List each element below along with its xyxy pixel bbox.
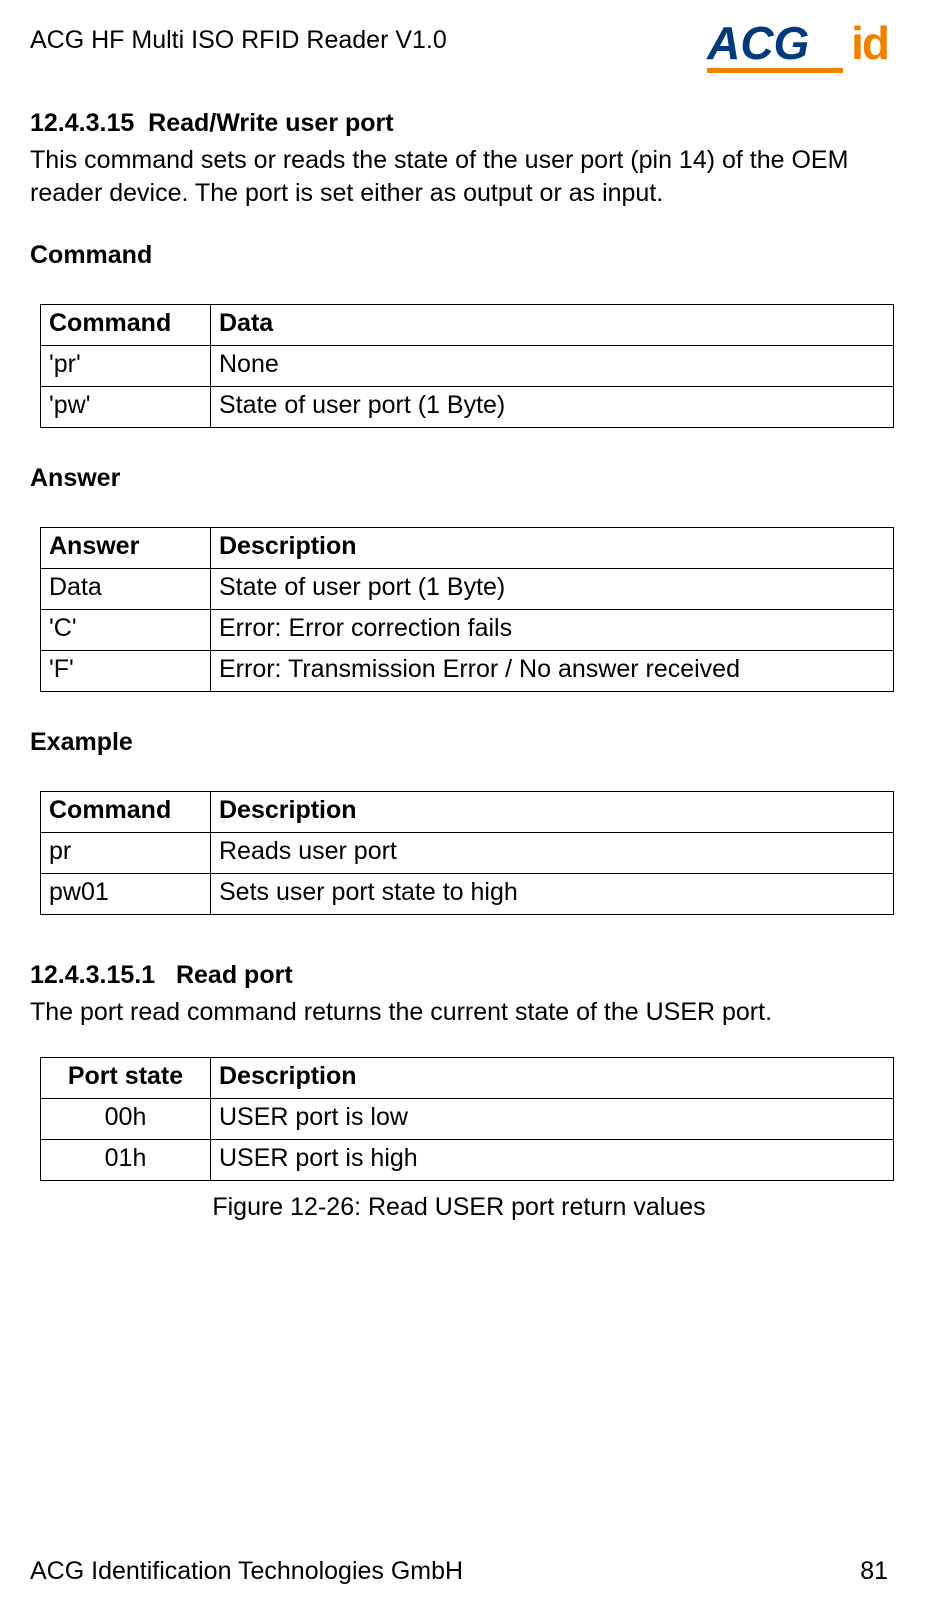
table-row: 'pw' State of user port (1 Byte)	[41, 387, 894, 428]
cell: None	[211, 346, 894, 387]
example-table: Command Description pr Reads user port p…	[40, 791, 894, 915]
table-row: Data State of user port (1 Byte)	[41, 569, 894, 610]
cell: USER port is high	[211, 1139, 894, 1180]
page-header: ACG HF Multi ISO RFID Reader V1.0 ACG id	[30, 20, 888, 73]
table-row: pw01 Sets user port state to high	[41, 874, 894, 915]
section-title: Read port	[176, 961, 293, 989]
example-heading: Example	[30, 728, 888, 757]
section-heading-12-4-3-15-1: 12.4.3.15.1 Read port	[30, 961, 888, 990]
cell: Reads user port	[211, 833, 894, 874]
cell: 'C'	[41, 610, 211, 651]
footer-company: ACG Identification Technologies GmbH	[30, 1557, 463, 1586]
table-row: 'C' Error: Error correction fails	[41, 610, 894, 651]
cell: Error: Transmission Error / No answer re…	[211, 651, 894, 692]
cell: 'F'	[41, 651, 211, 692]
section-title: Read/Write user port	[148, 109, 393, 137]
answer-table: Answer Description Data State of user po…	[40, 527, 894, 692]
logo-text-acg: ACG	[707, 17, 809, 69]
th-description: Description	[211, 792, 894, 833]
section-number: 12.4.3.15.1	[30, 961, 155, 989]
table-row: 'pr' None	[41, 346, 894, 387]
cell: State of user port (1 Byte)	[211, 387, 894, 428]
th-answer: Answer	[41, 528, 211, 569]
section-paragraph: The port read command returns the curren…	[30, 996, 888, 1029]
th-port-state: Port state	[41, 1057, 211, 1098]
th-description: Description	[211, 528, 894, 569]
th-command: Command	[41, 305, 211, 346]
cell: 'pw'	[41, 387, 211, 428]
table-row: pr Reads user port	[41, 833, 894, 874]
cell: Error: Error correction fails	[211, 610, 894, 651]
th-command: Command	[41, 792, 211, 833]
cell: State of user port (1 Byte)	[211, 569, 894, 610]
cell: Sets user port state to high	[211, 874, 894, 915]
section-heading-12-4-3-15: 12.4.3.15 Read/Write user port	[30, 109, 888, 138]
cell: 00h	[41, 1098, 211, 1139]
table-header-row: Command Description	[41, 792, 894, 833]
cell: 'pr'	[41, 346, 211, 387]
cell: pr	[41, 833, 211, 874]
figure-caption: Figure 12-26: Read USER port return valu…	[30, 1193, 888, 1222]
table-row: 00h USER port is low	[41, 1098, 894, 1139]
cell: Data	[41, 569, 211, 610]
logo-text-id: id	[851, 20, 888, 66]
cell: USER port is low	[211, 1098, 894, 1139]
table-header-row: Answer Description	[41, 528, 894, 569]
answer-heading: Answer	[30, 464, 888, 493]
page-footer: ACG Identification Technologies GmbH 81	[30, 1557, 888, 1586]
cell: 01h	[41, 1139, 211, 1180]
doc-title: ACG HF Multi ISO RFID Reader V1.0	[30, 26, 447, 55]
table-header-row: Command Data	[41, 305, 894, 346]
table-row: 'F' Error: Transmission Error / No answe…	[41, 651, 894, 692]
table-header-row: Port state Description	[41, 1057, 894, 1098]
th-data: Data	[211, 305, 894, 346]
port-state-table: Port state Description 00h USER port is …	[40, 1057, 894, 1181]
command-table: Command Data 'pr' None 'pw' State of use…	[40, 304, 894, 428]
table-row: 01h USER port is high	[41, 1139, 894, 1180]
logo: ACG id	[707, 20, 888, 73]
cell: pw01	[41, 874, 211, 915]
section-paragraph: This command sets or reads the state of …	[30, 144, 888, 209]
footer-page-number: 81	[860, 1557, 888, 1586]
command-heading: Command	[30, 241, 888, 270]
section-number: 12.4.3.15	[30, 109, 134, 137]
th-description: Description	[211, 1057, 894, 1098]
